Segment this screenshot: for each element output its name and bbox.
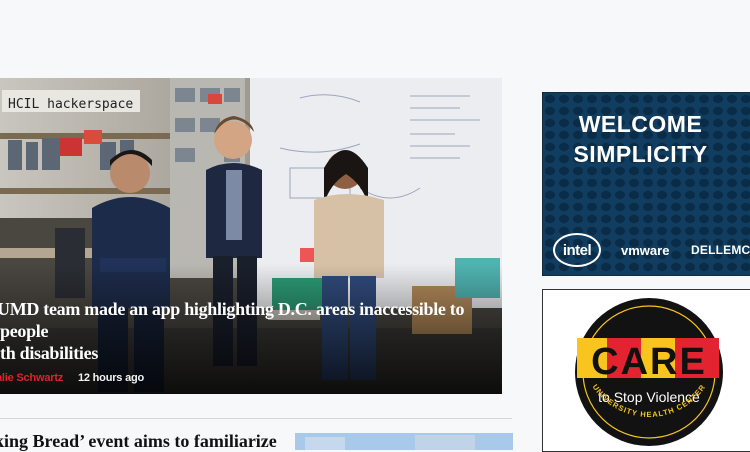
vmware-logo: vmware: [621, 243, 670, 258]
ad-welcome-simplicity[interactable]: WELCOME SIMPLICITY intel vmware DELLEMC: [542, 92, 750, 276]
dellemc-logo: DELLEMC: [691, 243, 750, 257]
hero-headline-link[interactable]: UMD team made an app highlighting D.C. a…: [0, 298, 495, 364]
hero-story[interactable]: HCIL hackerspace UMD team made an app hi…: [0, 78, 502, 394]
hero-byline: alie Schwartz 12 hours ago: [0, 372, 495, 384]
intel-logo: intel: [553, 233, 601, 267]
second-story-headline-link[interactable]: king Bread’ event aims to familiarize: [0, 430, 277, 452]
story-divider: [0, 418, 512, 419]
hackerspace-sign: HCIL hackerspace: [8, 97, 133, 112]
care-word: CARE: [591, 341, 707, 383]
hero-caption: UMD team made an app highlighting D.C. a…: [0, 298, 495, 384]
author-link[interactable]: alie Schwartz: [0, 372, 63, 384]
care-logo: CARE to Stop Violence UNIVERSITY HEALTH …: [575, 298, 723, 446]
ad-care-stop-violence[interactable]: CARE to Stop Violence UNIVERSITY HEALTH …: [542, 289, 750, 452]
timestamp: 12 hours ago: [77, 372, 145, 384]
second-story-thumbnail[interactable]: [295, 433, 513, 450]
ad-headline: WELCOME SIMPLICITY: [573, 111, 708, 167]
